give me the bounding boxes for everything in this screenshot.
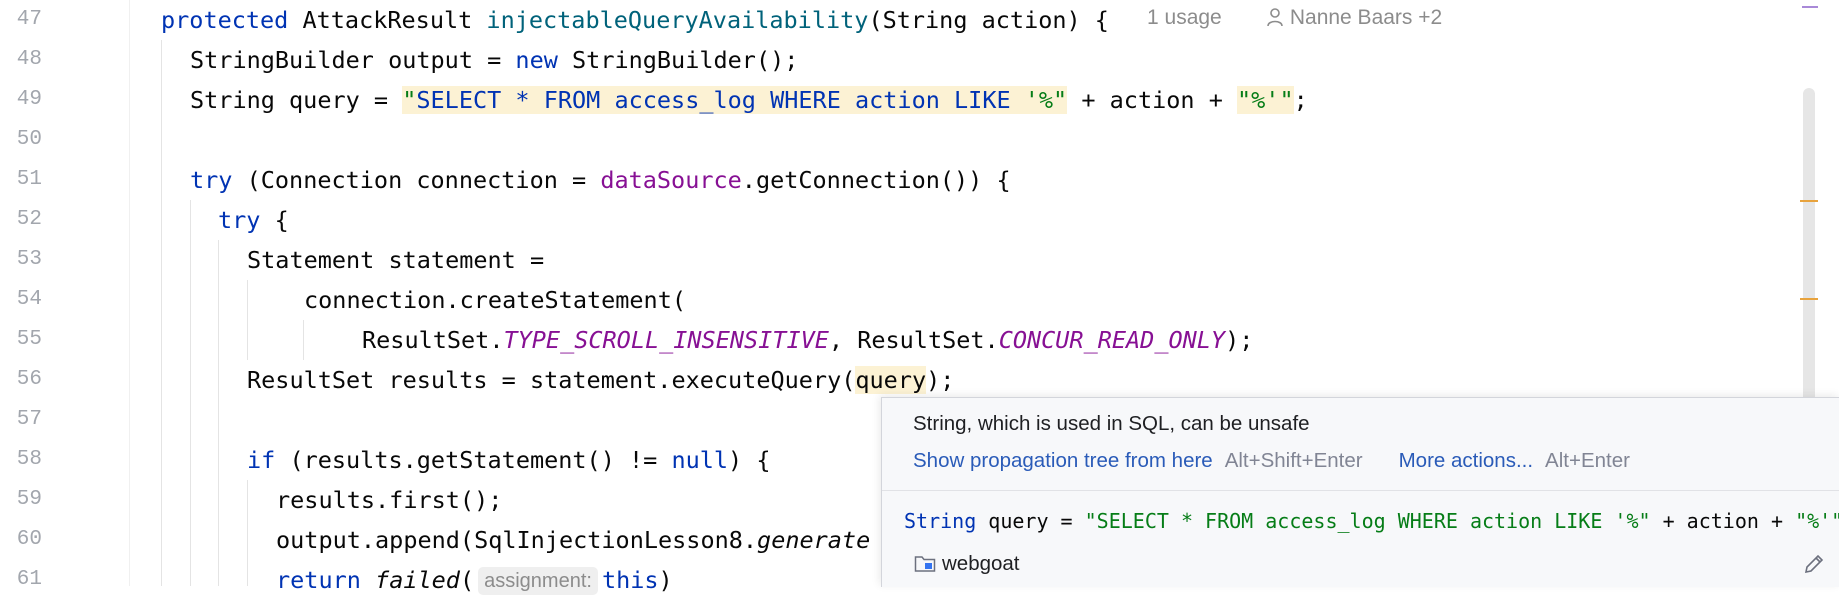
code-line[interactable]: 56 ResultSet results = statement.execute… [0, 360, 1800, 400]
line-number: 59 [16, 488, 42, 511]
line-number: 53 [16, 248, 42, 271]
line-number: 54 [16, 288, 42, 311]
code-preview: String query = "SELECT * FROM access_log… [904, 509, 1839, 533]
code-text[interactable]: ResultSet results = statement.executeQue… [247, 360, 954, 400]
code-line[interactable]: 55 ResultSet.TYPE_SCROLL_INSENSITIVE, Re… [0, 320, 1800, 360]
authors-hint[interactable]: Nanne Baars +2 [1266, 0, 1442, 36]
popup-divider [882, 490, 1839, 491]
inspection-popup: String, which is used in SQL, can be uns… [881, 397, 1839, 587]
code-text[interactable]: try (Connection connection = dataSource.… [190, 160, 1011, 200]
code-line[interactable]: 52 try { [0, 200, 1800, 240]
line-number: 56 [16, 368, 42, 391]
module-label: webgoat [914, 552, 1020, 582]
code-text[interactable]: connection.createStatement( [304, 280, 686, 320]
code-line[interactable]: 54 connection.createStatement( [0, 280, 1800, 320]
sql-injection-highlight: "SELECT * FROM access_log WHERE action L… [402, 86, 1068, 114]
show-propagation-tree-link[interactable]: Show propagation tree from here [913, 449, 1213, 472]
line-number: 57 [16, 408, 42, 431]
code-text[interactable]: if (results.getStatement() != null) { [247, 440, 771, 480]
line-number: 60 [16, 528, 42, 551]
line-number: 61 [16, 568, 42, 591]
line-number: 55 [16, 328, 42, 351]
code-line[interactable]: 51 try (Connection connection = dataSour… [0, 160, 1800, 200]
person-icon [1267, 8, 1283, 27]
code-line[interactable]: 47 protected AttackResult injectableQuer… [0, 0, 1800, 40]
inspection-message: String, which is used in SQL, can be uns… [913, 412, 1310, 435]
line-number: 58 [16, 448, 42, 471]
more-actions-link[interactable]: More actions... [1399, 449, 1533, 472]
parameter-hint: assignment: [478, 567, 598, 595]
code-text[interactable]: ResultSet.TYPE_SCROLL_INSENSITIVE, Resul… [362, 320, 1253, 360]
line-number: 49 [16, 88, 42, 111]
sql-injection-highlight: "%'" [1237, 86, 1294, 114]
code-line[interactable]: 53 Statement statement = [0, 240, 1800, 280]
error-stripe-marker[interactable] [1802, 6, 1818, 8]
line-number: 52 [16, 208, 42, 231]
line-number: 50 [16, 128, 42, 151]
usages-hint[interactable]: 1 usage [1147, 0, 1222, 36]
code-text[interactable]: protected AttackResult injectableQueryAv… [161, 0, 1109, 40]
code-line[interactable]: 49 String query = "SELECT * FROM access_… [0, 80, 1800, 120]
code-line[interactable]: 48 StringBuilder output = new StringBuil… [0, 40, 1800, 80]
inspection-actions: Show propagation tree from here Alt+Shift… [913, 449, 1630, 473]
line-number: 47 [16, 8, 42, 31]
code-text[interactable]: try { [218, 200, 289, 240]
warning-stripe-marker[interactable] [1800, 200, 1818, 202]
code-text[interactable]: Statement statement = [247, 240, 544, 280]
line-number: 51 [16, 168, 42, 191]
shortcut-label: Alt+Shift+Enter [1224, 449, 1363, 472]
code-text[interactable]: output.append(SqlInjectionLesson8.genera… [276, 520, 870, 560]
code-text[interactable]: return failed(assignment: this) [276, 560, 673, 600]
code-line[interactable]: 50 [0, 120, 1800, 160]
module-folder-icon [914, 556, 936, 572]
code-text[interactable]: String query = "SELECT * FROM access_log… [190, 80, 1308, 120]
code-text[interactable]: StringBuilder output = new StringBuilder… [190, 40, 798, 80]
line-number: 48 [16, 48, 42, 71]
shortcut-label: Alt+Enter [1545, 449, 1630, 472]
warning-stripe-marker[interactable] [1800, 298, 1818, 300]
code-text[interactable]: results.first(); [276, 480, 502, 520]
edit-pencil-icon[interactable] [1802, 552, 1826, 576]
query-usage-highlight: query [855, 366, 927, 394]
